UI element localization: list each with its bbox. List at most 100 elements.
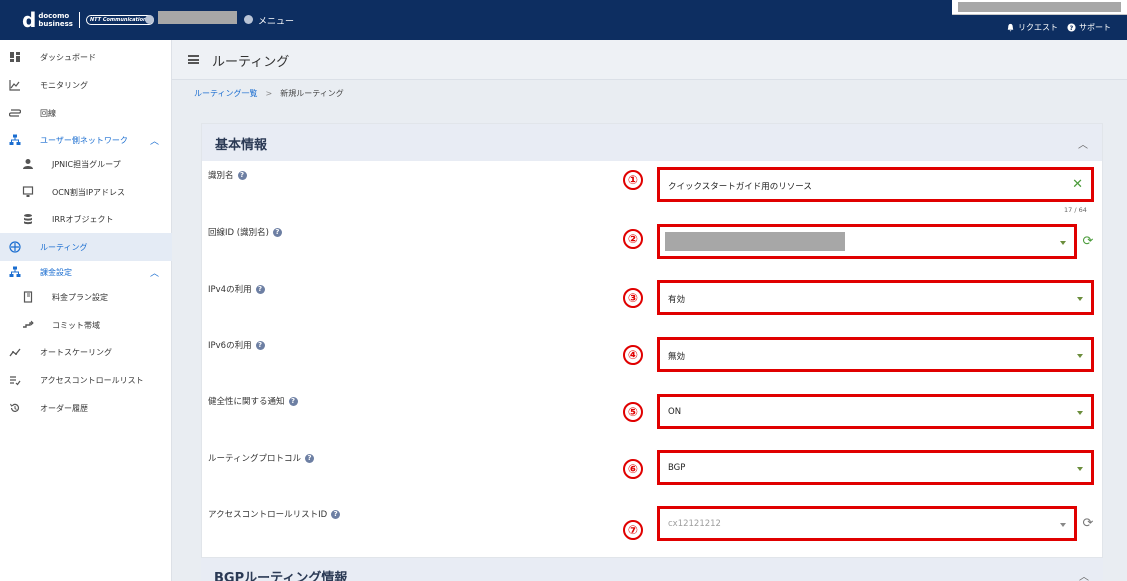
bgp-routing-info-header[interactable]: BGPルーティング情報 ︿ (201, 557, 1103, 581)
sidebar-item-price-plan[interactable]: 料金プラン設定 (0, 283, 172, 311)
breadcrumb-current: 新規ルーティング (280, 89, 344, 98)
checklist-icon (10, 376, 21, 386)
support-link[interactable]: ? サポート (1067, 22, 1111, 33)
menu-icon[interactable] (244, 15, 253, 24)
sidebar-item-label: IRRオブジェクト (52, 214, 114, 224)
history-icon (10, 403, 20, 412)
chart-line-icon (9, 80, 20, 91)
chevron-up-icon[interactable]: ︿ (150, 266, 159, 279)
sidebar-item-label: オートスケーリング (40, 347, 112, 357)
top-header: d docomo business NTT Communications メニュ… (0, 0, 1127, 40)
autoscale-icon (9, 348, 21, 357)
account-name-redacted (158, 11, 237, 24)
sidebar-item-ocn-ip[interactable]: OCN割当IPアドレス (0, 178, 172, 206)
page-header: ルーティング (172, 40, 1127, 80)
help-icon[interactable]: ? (255, 340, 265, 350)
hamburger-menu-icon[interactable] (188, 55, 199, 64)
network-icon (9, 134, 21, 145)
dropdown-arrow-icon (1077, 411, 1083, 415)
circuit-id-redacted (665, 232, 845, 251)
sidebar-item-irr-object[interactable]: IRRオブジェクト (0, 205, 172, 233)
name-input[interactable]: クイックスタートガイド用のリソース ✕ (657, 167, 1094, 202)
refresh-icon[interactable]: ⟳ (1081, 517, 1095, 531)
sidebar-item-billing[interactable]: 課金設定 ︿ (0, 258, 172, 286)
sidebar-item-label: モニタリング (40, 80, 88, 90)
field-label-acl-id: アクセスコントロールリストID? (208, 508, 341, 520)
chevron-up-icon[interactable]: ︿ (150, 134, 159, 147)
help-icon[interactable]: ? (288, 396, 298, 406)
user-info-redacted (958, 2, 1121, 12)
sidebar-item-label: ユーザー側ネットワーク (40, 135, 128, 145)
dropdown-arrow-icon (1060, 241, 1066, 245)
marker-6: ⑥ (623, 459, 643, 479)
sidebar-item-monitoring[interactable]: モニタリング (0, 71, 172, 99)
menu-link[interactable]: メニュー (258, 14, 294, 27)
char-counter: 17 / 64 (1064, 206, 1087, 214)
logo-line2: business (38, 20, 73, 28)
clear-icon[interactable]: ✕ (1072, 177, 1083, 192)
sidebar-item-autoscaling[interactable]: オートスケーリング (0, 338, 172, 366)
sidebar-item-dashboard[interactable]: ダッシュボード (0, 43, 172, 71)
sidebar-item-label: 料金プラン設定 (52, 292, 108, 302)
marker-4: ④ (623, 345, 643, 365)
routing-icon (9, 241, 21, 253)
dropdown-arrow-icon (1077, 467, 1083, 471)
health-notify-value: ON (668, 407, 682, 417)
dropdown-arrow-icon (1060, 523, 1066, 527)
help-icon[interactable]: ? (331, 509, 341, 519)
database-icon (24, 214, 32, 225)
ipv4-select[interactable]: 有効 (657, 280, 1094, 315)
help-icon[interactable]: ? (255, 284, 265, 294)
ipv4-select-value: 有効 (668, 295, 686, 305)
sidebar-item-circuit[interactable]: 回線 (0, 99, 172, 127)
dashboard-icon (10, 52, 20, 62)
routing-protocol-select[interactable]: BGP (657, 450, 1094, 485)
breadcrumb: ルーティング一覧 > 新規ルーティング (194, 88, 344, 99)
support-label: サポート (1079, 23, 1111, 32)
sidebar-item-acl[interactable]: アクセスコントロールリスト (0, 366, 172, 394)
field-label-routing-protocol: ルーティングプロトコル? (208, 452, 314, 464)
sidebar-item-label: ルーティング (40, 242, 88, 252)
sidebar-item-label: JPNIC担当グループ (52, 159, 121, 169)
section-title: BGPルーティング情報 (214, 571, 348, 581)
circuit-id-select[interactable] (657, 224, 1077, 259)
routing-protocol-value: BGP (668, 463, 686, 473)
marker-2: ② (623, 229, 643, 249)
bandwidth-icon (23, 320, 34, 328)
basic-info-header[interactable]: 基本情報 ︿ (202, 124, 1102, 161)
sidebar-item-routing[interactable]: ルーティング (0, 233, 172, 261)
person-icon (23, 159, 33, 169)
marker-7: ⑦ (623, 520, 643, 540)
monitor-icon (22, 186, 34, 197)
request-link[interactable]: リクエスト (1006, 22, 1058, 33)
breadcrumb-link-routing-list[interactable]: ルーティング一覧 (194, 88, 258, 99)
field-label-circuit-id: 回線ID (識別名)? (208, 226, 282, 238)
sidebar: ダッシュボード モニタリング 回線 ユーザー側ネットワーク ︿ JPNIC担当グ… (0, 40, 172, 581)
sidebar-item-commit-bandwidth[interactable]: コミット帯域 (0, 311, 172, 339)
docomo-business-logo[interactable]: d docomo business NTT Communications (22, 10, 154, 30)
dropdown-arrow-icon (1077, 354, 1083, 358)
field-label-name: 識別名? (208, 169, 247, 181)
field-label-health-notify: 健全性に関する通知? (208, 395, 298, 407)
svg-text:?: ? (1070, 25, 1074, 32)
chevron-up-icon[interactable]: ︿ (1079, 568, 1089, 581)
sidebar-item-label: OCN割当IPアドレス (52, 187, 126, 197)
ipv6-select-value: 無効 (668, 352, 686, 362)
field-label-ipv6: IPv6の利用? (208, 339, 265, 351)
help-icon[interactable]: ? (305, 453, 314, 463)
refresh-icon[interactable]: ⟳ (1081, 235, 1095, 249)
help-icon[interactable]: ? (272, 227, 282, 237)
sidebar-item-label: ダッシュボード (40, 52, 96, 62)
sidebar-item-label: 課金設定 (40, 267, 72, 277)
notebook-icon (23, 291, 33, 303)
account-icon (145, 15, 154, 24)
sidebar-item-order-history[interactable]: オーダー履歴 (0, 394, 172, 422)
acl-id-select[interactable]: cx12121212 (657, 506, 1077, 541)
logo-line1: docomo (38, 12, 70, 20)
sidebar-item-jpnic-group[interactable]: JPNIC担当グループ (0, 150, 172, 178)
help-icon[interactable]: ? (237, 170, 247, 180)
sidebar-item-label: 回線 (40, 108, 56, 118)
ipv6-select[interactable]: 無効 (657, 337, 1094, 372)
chevron-up-icon[interactable]: ︿ (1078, 136, 1088, 151)
health-notify-select[interactable]: ON (657, 394, 1094, 429)
